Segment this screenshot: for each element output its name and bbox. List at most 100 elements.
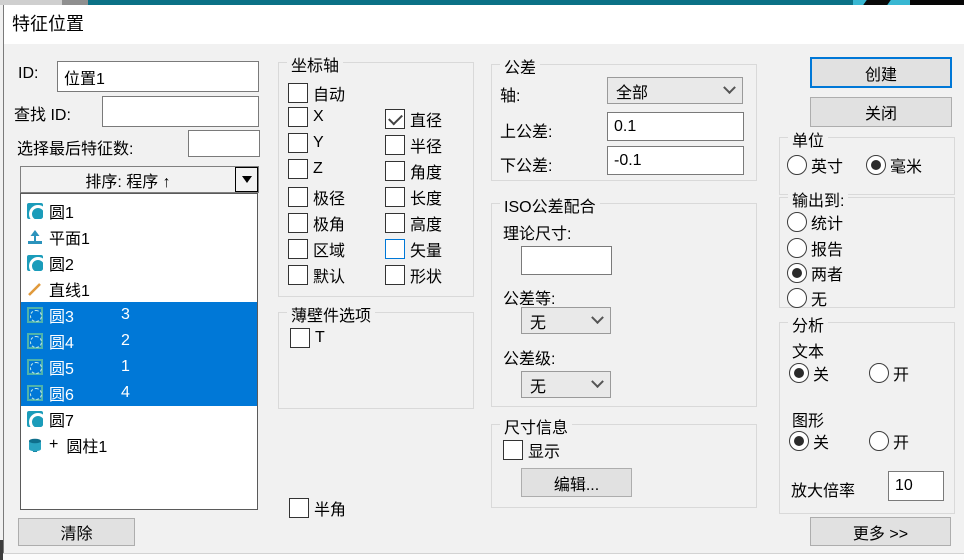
checkbox-t[interactable]: T xyxy=(290,328,325,348)
checkbox-polar-angle[interactable]: 极角 xyxy=(288,211,345,235)
close-button[interactable]: 关闭 xyxy=(810,97,952,127)
checkbox-box[interactable] xyxy=(385,109,405,129)
checkbox-half-angle[interactable]: 半角 xyxy=(289,496,346,520)
checkbox-box[interactable] xyxy=(288,83,308,103)
checkbox-box[interactable] xyxy=(288,107,308,127)
tolerance-grade-value: 无 xyxy=(530,309,546,333)
radio-circle[interactable] xyxy=(866,155,886,175)
tolerance-class-select[interactable]: 无 xyxy=(521,371,611,398)
checkbox-label: 区域 xyxy=(313,237,345,261)
magnification-input[interactable] xyxy=(888,471,944,501)
radio-mm[interactable]: 毫米 xyxy=(866,153,922,177)
checkbox-x[interactable]: X xyxy=(288,107,324,127)
list-item-selected[interactable]: 圆3 3 xyxy=(21,302,257,328)
radio-none[interactable]: 无 xyxy=(787,286,827,310)
checkbox-box[interactable] xyxy=(288,213,308,233)
radio-circle[interactable] xyxy=(787,288,807,308)
radio-graphic-on[interactable]: 开 xyxy=(869,429,909,453)
radio-label: 两者 xyxy=(811,261,843,285)
tolerance-grade-select[interactable]: 无 xyxy=(521,307,611,334)
radio-circle[interactable] xyxy=(787,212,807,232)
checkbox-length[interactable]: 长度 xyxy=(385,185,442,209)
create-button[interactable]: 创建 xyxy=(810,57,952,88)
feature-list[interactable]: 圆1 平面1 圆2 直线1 圆3 3 圆4 2 圆5 1 圆6 4 圆7 + 圆… xyxy=(20,193,258,510)
find-id-label: 查找 ID: xyxy=(14,101,71,125)
checkbox-height[interactable]: 高度 xyxy=(385,211,442,235)
checkbox-angle[interactable]: 角度 xyxy=(385,159,442,183)
radio-label: 开 xyxy=(893,429,909,453)
list-item-selected[interactable]: 圆4 2 xyxy=(21,328,257,354)
radio-circle[interactable] xyxy=(787,238,807,258)
checkbox-radius[interactable]: 半径 xyxy=(385,133,442,157)
dim-info-group-title: 尺寸信息 xyxy=(500,414,572,438)
feature-number: 3 xyxy=(121,306,130,324)
checkbox-polar-radius[interactable]: 极径 xyxy=(288,185,345,209)
checkbox-default[interactable]: 默认 xyxy=(288,263,345,287)
last-count-input[interactable] xyxy=(188,130,260,157)
tree-expand-indicator[interactable]: + xyxy=(49,436,58,454)
checkbox-show[interactable]: 显示 xyxy=(503,438,560,462)
checkbox-box[interactable] xyxy=(289,498,309,518)
id-input[interactable] xyxy=(57,61,259,92)
more-button[interactable]: 更多 >> xyxy=(810,517,951,546)
radio-circle[interactable] xyxy=(789,431,809,451)
upper-tolerance-input[interactable] xyxy=(607,112,744,141)
radio-circle[interactable] xyxy=(869,431,889,451)
units-group-title: 单位 xyxy=(788,127,828,151)
radio-text-on[interactable]: 开 xyxy=(869,361,909,385)
nominal-size-input[interactable] xyxy=(521,246,612,275)
radio-inch[interactable]: 英寸 xyxy=(787,153,843,177)
lower-tolerance-label: 下公差: xyxy=(500,152,552,176)
checkbox-box[interactable] xyxy=(385,265,405,285)
list-item[interactable]: 圆7 xyxy=(21,406,257,432)
checkbox-box[interactable] xyxy=(385,135,405,155)
checkbox-label: 矢量 xyxy=(410,237,442,261)
graphic-analysis-label: 图形 xyxy=(792,407,824,431)
checkbox-box[interactable] xyxy=(503,440,523,460)
checkbox-box[interactable] xyxy=(385,239,405,259)
triangle-down-icon xyxy=(242,176,252,183)
radio-stats[interactable]: 统计 xyxy=(787,210,843,234)
checkbox-box[interactable] xyxy=(288,187,308,207)
checkbox-box[interactable] xyxy=(385,213,405,233)
radio-circle[interactable] xyxy=(787,155,807,175)
checkbox-diameter[interactable]: 直径 xyxy=(385,107,442,131)
radio-circle[interactable] xyxy=(869,363,889,383)
checkbox-box[interactable] xyxy=(288,133,308,153)
checkbox-shape[interactable]: 形状 xyxy=(385,263,442,287)
radio-label: 关 xyxy=(813,429,829,453)
list-item[interactable]: + 圆柱1 xyxy=(21,432,257,458)
checkbox-box[interactable] xyxy=(288,159,308,179)
radio-report[interactable]: 报告 xyxy=(787,236,843,260)
checkbox-y[interactable]: Y xyxy=(288,133,324,153)
radio-both[interactable]: 两者 xyxy=(787,261,843,285)
nominal-size-label: 理论尺寸: xyxy=(503,220,571,244)
checkbox-box[interactable] xyxy=(288,265,308,285)
checkbox-area[interactable]: 区域 xyxy=(288,237,345,261)
find-id-input[interactable] xyxy=(102,96,259,127)
list-item[interactable]: 圆1 xyxy=(21,198,257,224)
checkbox-z[interactable]: Z xyxy=(288,159,323,179)
sort-dropdown[interactable]: 排序: 程序 ↑ xyxy=(20,166,259,193)
sort-arrow-button[interactable] xyxy=(235,167,258,192)
clear-button[interactable]: 清除 xyxy=(18,518,135,546)
axis-select[interactable]: 全部 xyxy=(607,77,743,104)
checkbox-box[interactable] xyxy=(385,187,405,207)
list-item-selected[interactable]: 圆5 1 xyxy=(21,354,257,380)
checkbox-box[interactable] xyxy=(288,239,308,259)
list-item[interactable]: 平面1 xyxy=(21,224,257,250)
radio-text-off[interactable]: 关 xyxy=(789,361,829,385)
list-item[interactable]: 直线1 xyxy=(21,276,257,302)
radio-circle[interactable] xyxy=(787,263,807,283)
checkbox-box[interactable] xyxy=(385,161,405,181)
radio-circle[interactable] xyxy=(789,363,809,383)
radio-label: 关 xyxy=(813,361,829,385)
radio-graphic-off[interactable]: 关 xyxy=(789,429,829,453)
list-item-selected[interactable]: 圆6 4 xyxy=(21,380,257,406)
checkbox-vector[interactable]: 矢量 xyxy=(385,237,442,261)
checkbox-box[interactable] xyxy=(290,328,310,348)
lower-tolerance-input[interactable] xyxy=(607,146,744,175)
edit-button[interactable]: 编辑... xyxy=(521,468,632,497)
list-item[interactable]: 圆2 xyxy=(21,250,257,276)
checkbox-auto[interactable]: 自动 xyxy=(288,81,345,105)
